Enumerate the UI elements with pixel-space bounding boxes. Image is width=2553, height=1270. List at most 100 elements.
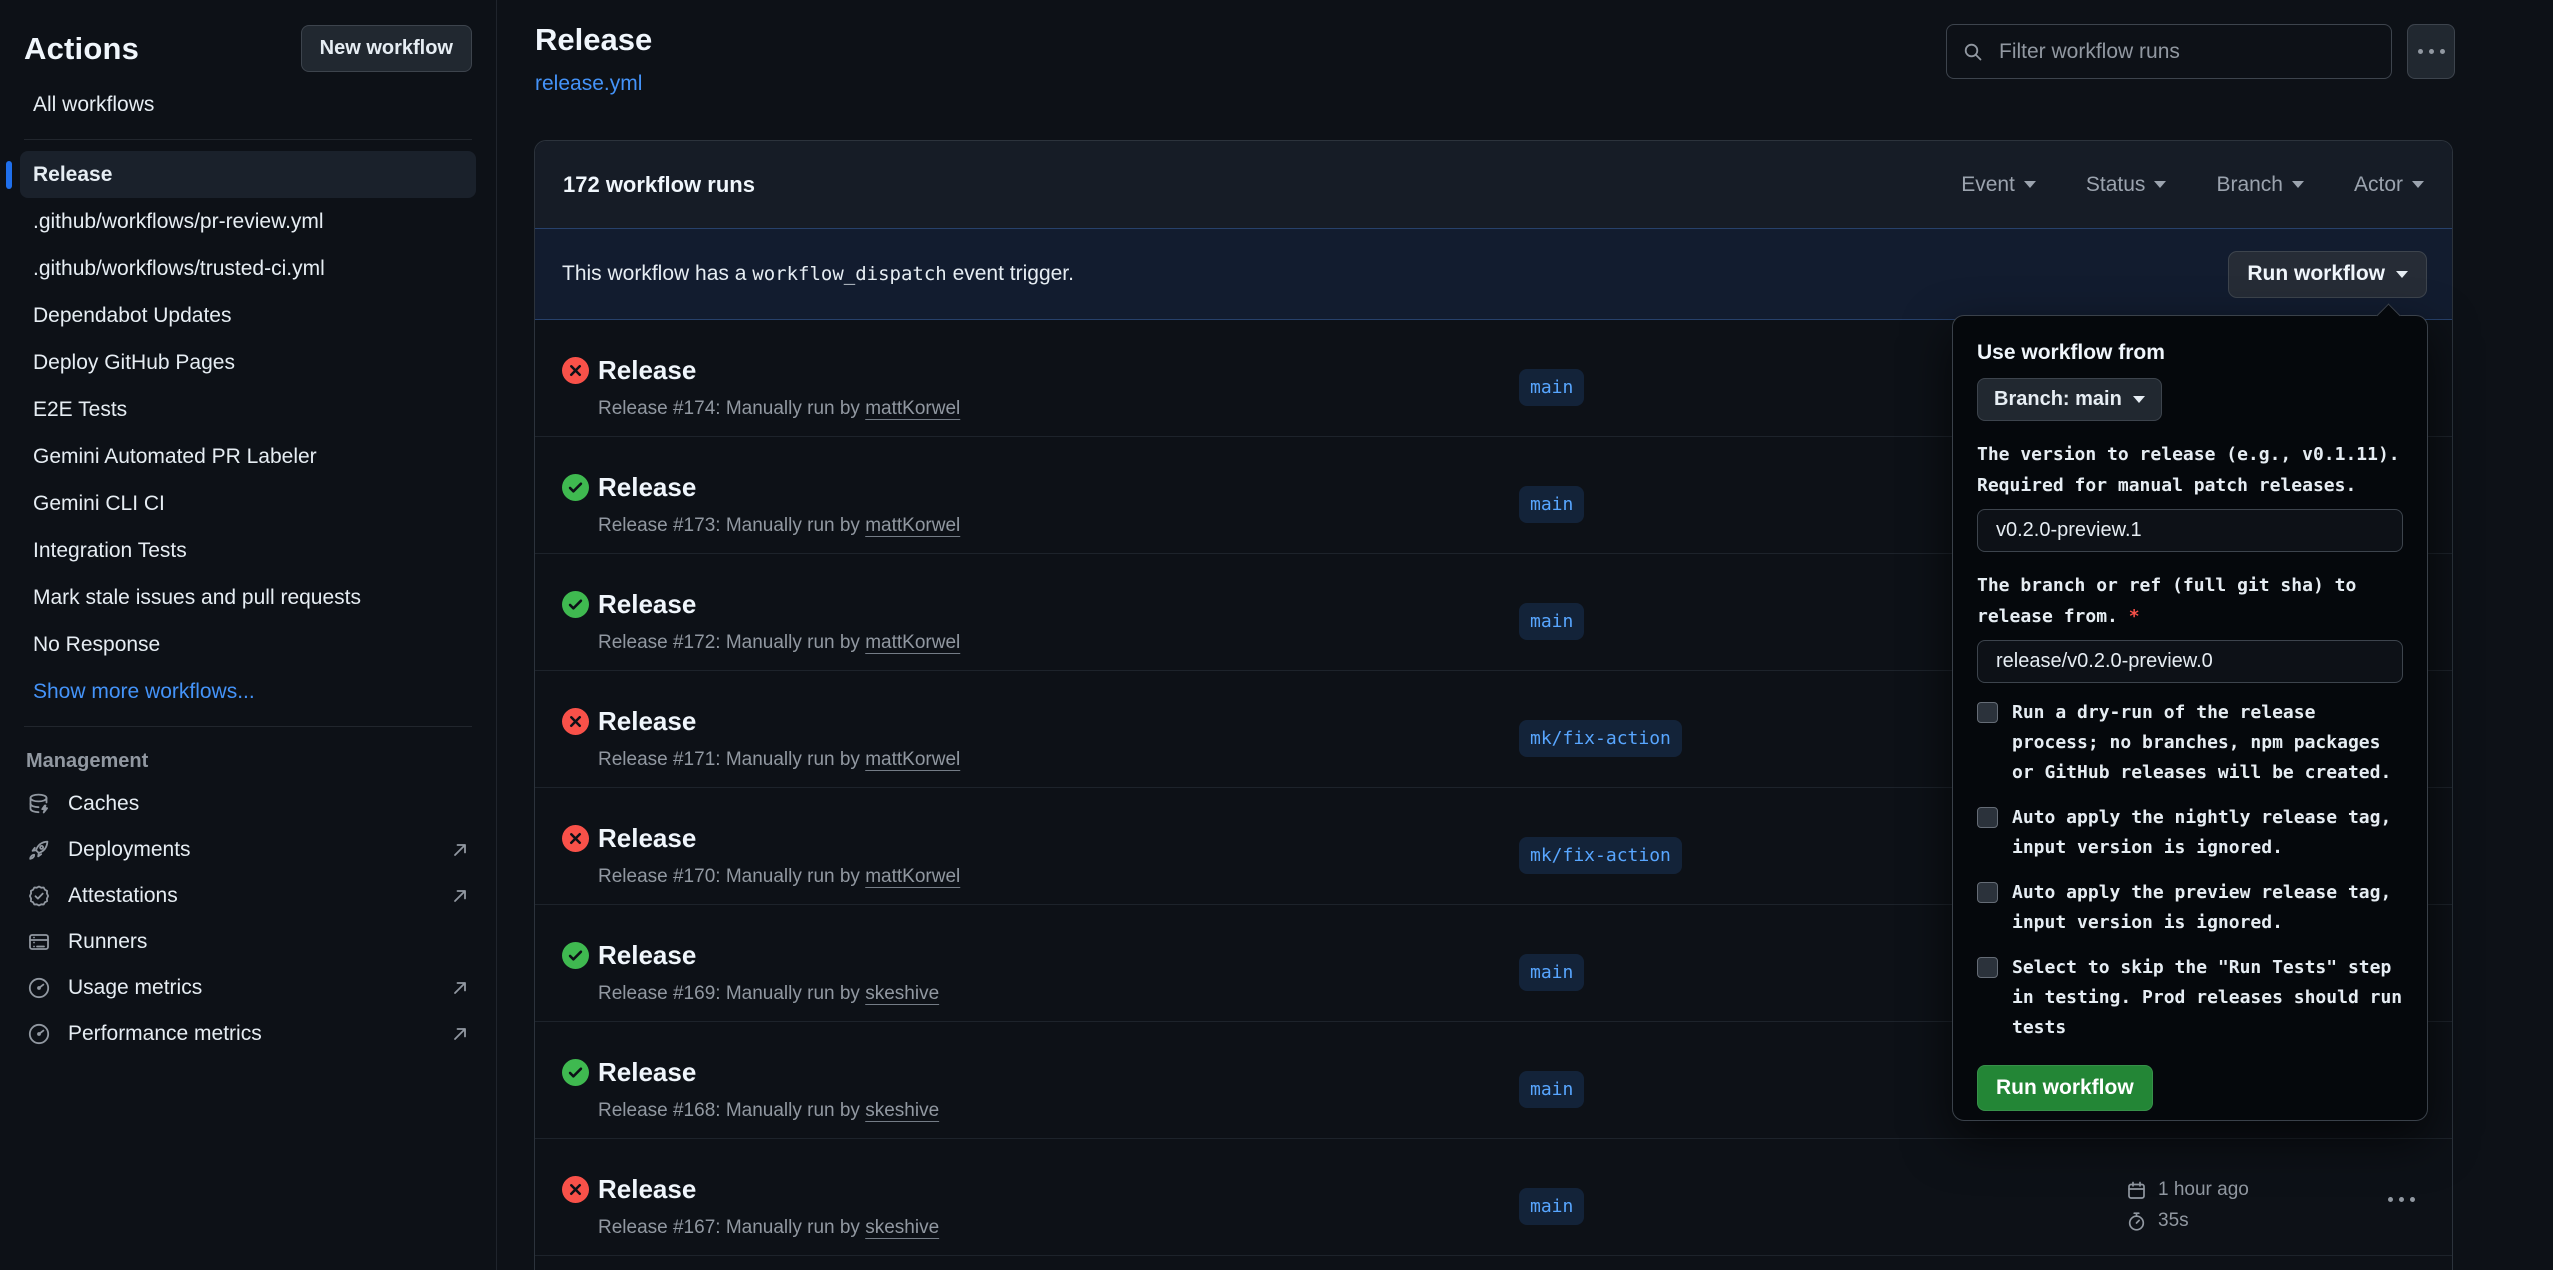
filter-status-dropdown[interactable]: Status — [2086, 173, 2167, 197]
checkbox-unchecked-icon[interactable] — [1977, 882, 1998, 903]
version-input[interactable] — [1977, 509, 2403, 552]
sidebar-item-usage-metrics[interactable]: Usage metrics — [0, 965, 496, 1011]
workflow-page-title: Release — [535, 22, 652, 58]
branch-label[interactable]: main — [1519, 1071, 1584, 1108]
sidebar-item-label: Runners — [68, 930, 147, 954]
external-link-icon — [450, 978, 470, 998]
sidebar-item-gemini-cli-ci[interactable]: Gemini CLI CI — [20, 480, 476, 527]
checkbox-unchecked-icon[interactable] — [1977, 702, 1998, 723]
workflow-dispatch-code: workflow_dispatch — [752, 263, 946, 285]
new-workflow-button[interactable]: New workflow — [301, 25, 472, 72]
actor-link[interactable]: skeshive — [865, 1100, 939, 1121]
verified-icon — [26, 883, 52, 909]
sidebar-item-label: Deployments — [68, 838, 191, 862]
sidebar-item-dependabot-updates[interactable]: Dependabot Updates — [20, 292, 476, 339]
sidebar-item-attestations[interactable]: Attestations — [0, 873, 496, 919]
checkbox-unchecked-icon[interactable] — [1977, 957, 1998, 978]
run-row-167[interactable]: Release Release #167: Manually run by sk… — [535, 1139, 2452, 1256]
sidebar-item-label: Performance metrics — [68, 1022, 262, 1046]
skip-tests-checkbox-option[interactable]: Select to skip the "Run Tests" step in t… — [1977, 953, 2403, 1043]
kebab-horizontal-icon — [2388, 1197, 2415, 1202]
chevron-down-icon — [2024, 181, 2036, 188]
sidebar-item-deployments[interactable]: Deployments — [0, 827, 496, 873]
actor-link[interactable]: skeshive — [865, 983, 939, 1004]
actor-link[interactable]: mattKorwel — [865, 398, 960, 419]
sidebar: Actions New workflow All workflows Relea… — [0, 0, 497, 1270]
sidebar-item-pr-review[interactable]: .github/workflows/pr-review.yml — [20, 198, 476, 245]
sidebar-item-release[interactable]: Release — [20, 151, 476, 198]
sidebar-item-mark-stale[interactable]: Mark stale issues and pull requests — [20, 574, 476, 621]
meter-icon — [26, 975, 52, 1001]
workflow-file-link[interactable]: release.yml — [535, 72, 642, 96]
run-workflow-submit-button[interactable]: Run workflow — [1977, 1065, 2153, 1111]
run-workflow-dropdown-button[interactable]: Run workflow — [2228, 251, 2427, 298]
github-actions-page: Actions New workflow All workflows Relea… — [0, 0, 2553, 1270]
ref-input-description: The branch or ref (full git sha) to rele… — [1977, 570, 2403, 632]
run-meta: 1 hour ago 35s — [2126, 1179, 2249, 1232]
show-more-workflows-link[interactable]: Show more workflows... — [20, 668, 476, 715]
preview-tag-checkbox-option[interactable]: Auto apply the preview release tag, inpu… — [1977, 878, 2403, 938]
failure-icon — [562, 1176, 589, 1203]
filter-actor-dropdown[interactable]: Actor — [2354, 173, 2424, 197]
sidebar-item-trusted-ci[interactable]: .github/workflows/trusted-ci.yml — [20, 245, 476, 292]
branch-label[interactable]: main — [1519, 954, 1584, 991]
sidebar-header: Actions New workflow — [0, 0, 496, 72]
nightly-tag-checkbox-option[interactable]: Auto apply the nightly release tag, inpu… — [1977, 803, 2403, 863]
actor-link[interactable]: mattKorwel — [865, 632, 960, 653]
actions-title: Actions — [24, 31, 139, 67]
filter-event-dropdown[interactable]: Event — [1961, 173, 2036, 197]
workflow-dispatch-banner: This workflow has a workflow_dispatch ev… — [535, 228, 2452, 320]
branch-label[interactable]: mk/fix-action — [1519, 720, 1682, 757]
run-workflow-panel: Use workflow from Branch: main The versi… — [1952, 315, 2428, 1121]
use-workflow-from-label: Use workflow from — [1977, 340, 2403, 366]
external-link-icon — [450, 840, 470, 860]
run-title-link[interactable]: Release — [598, 940, 696, 971]
ref-input[interactable] — [1977, 640, 2403, 683]
checkbox-unchecked-icon[interactable] — [1977, 807, 1998, 828]
workflow-options-kebab-button[interactable] — [2407, 24, 2455, 79]
sidebar-item-all-workflows[interactable]: All workflows — [20, 81, 476, 128]
run-title-link[interactable]: Release — [598, 472, 696, 503]
actor-link[interactable]: skeshive — [865, 1217, 939, 1238]
filter-workflow-runs-input[interactable] — [1997, 39, 2376, 65]
sidebar-item-performance-metrics[interactable]: Performance metrics — [0, 1011, 496, 1057]
sidebar-item-deploy-github-pages[interactable]: Deploy GitHub Pages — [20, 339, 476, 386]
branch-label[interactable]: main — [1519, 1188, 1584, 1225]
meter-icon — [26, 1021, 52, 1047]
branch-label[interactable]: mk/fix-action — [1519, 837, 1682, 874]
branch-selector-button[interactable]: Branch: main — [1977, 378, 2162, 421]
external-link-icon — [450, 886, 470, 906]
branch-label[interactable]: main — [1519, 369, 1584, 406]
branch-label[interactable]: main — [1519, 486, 1584, 523]
sidebar-item-runners[interactable]: Runners — [0, 919, 496, 965]
filter-branch-dropdown[interactable]: Branch — [2216, 173, 2304, 197]
success-icon — [562, 942, 589, 969]
actor-link[interactable]: mattKorwel — [865, 515, 960, 536]
dry-run-checkbox-option[interactable]: Run a dry-run of the release process; no… — [1977, 698, 2403, 788]
chevron-down-icon — [2396, 271, 2408, 278]
failure-icon — [562, 825, 589, 852]
chevron-down-icon — [2154, 181, 2166, 188]
run-title-link[interactable]: Release — [598, 706, 696, 737]
actor-link[interactable]: mattKorwel — [865, 866, 960, 887]
filter-workflow-runs-box[interactable] — [1946, 24, 2392, 79]
sidebar-item-no-response[interactable]: No Response — [20, 621, 476, 668]
success-icon — [562, 1059, 589, 1086]
sidebar-item-caches[interactable]: Caches — [0, 781, 496, 827]
actor-link[interactable]: mattKorwel — [865, 749, 960, 770]
sidebar-item-gemini-pr-labeler[interactable]: Gemini Automated PR Labeler — [20, 433, 476, 480]
branch-label[interactable]: main — [1519, 603, 1584, 640]
success-icon — [562, 474, 589, 501]
sidebar-item-integration-tests[interactable]: Integration Tests — [20, 527, 476, 574]
run-title-link[interactable]: Release — [598, 589, 696, 620]
chevron-down-icon — [2412, 181, 2424, 188]
run-title-link[interactable]: Release — [598, 1174, 696, 1205]
sidebar-item-label: Attestations — [68, 884, 178, 908]
search-icon — [1962, 41, 1984, 63]
sidebar-item-e2e-tests[interactable]: E2E Tests — [20, 386, 476, 433]
run-title-link[interactable]: Release — [598, 355, 696, 386]
run-title-link[interactable]: Release — [598, 823, 696, 854]
run-title-link[interactable]: Release — [598, 1057, 696, 1088]
management-section-label: Management — [0, 741, 496, 781]
run-options-kebab-button[interactable] — [2380, 1189, 2423, 1210]
